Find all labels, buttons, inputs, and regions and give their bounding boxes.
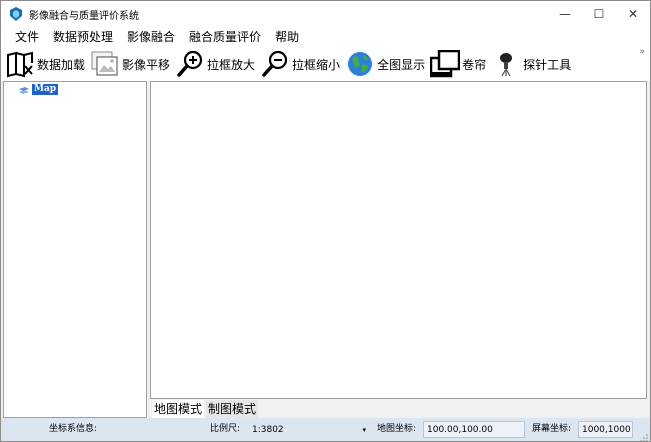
tab-map-mode[interactable]: 地图模式 [152, 400, 205, 418]
scale-value: 1:3802 [252, 425, 284, 435]
resize-grip-icon[interactable] [640, 431, 648, 442]
layer-tree-panel[interactable]: Map [3, 81, 147, 418]
scale-select[interactable]: 1:3802 ▾ [248, 421, 369, 438]
scale-label: 比例尺: [210, 424, 241, 434]
swipe-window-icon [430, 49, 461, 79]
full-extent-button[interactable]: 全图显示 [345, 48, 425, 80]
load-data-label: 数据加载 [37, 57, 86, 72]
menu-help[interactable]: 帮助 [268, 27, 306, 47]
swipe-label: 卷帘 [462, 57, 487, 72]
menu-bar: 文件 数据预处理 影像融合 融合质量评价 帮助 [1, 27, 650, 47]
tab-layout-mode[interactable]: 制图模式 [206, 400, 259, 418]
menu-preprocess[interactable]: 数据预处理 [46, 27, 120, 47]
map-coord-value: 100.00,100.00 [423, 421, 525, 438]
app-window: 影像融合与质量评价系统 — ☐ ✕ 文件 数据预处理 影像融合 融合质量评价 帮… [0, 0, 651, 442]
app-logo-icon [9, 7, 23, 21]
map-canvas[interactable] [150, 81, 647, 399]
swipe-button[interactable]: 卷帘 [430, 48, 486, 80]
chevron-down-icon: ▾ [362, 426, 366, 434]
zoom-out-label: 拉框缩小 [292, 57, 341, 72]
status-bar: 坐标系信息: 比例尺: 1:3802 ▾ 地图坐标: 100.00,100.00… [1, 418, 650, 442]
screen-coord-label: 屏幕坐标: [532, 424, 572, 434]
book-open-icon [5, 49, 35, 79]
map-coord-label: 地图坐标: [377, 424, 417, 434]
window-controls: — ☐ ✕ [548, 1, 650, 27]
load-data-button[interactable]: 数据加载 [5, 48, 85, 80]
probe-tool-button[interactable]: 探针工具 [491, 48, 571, 80]
maximize-button[interactable]: ☐ [582, 1, 616, 27]
minimize-button[interactable]: — [548, 1, 582, 27]
close-button[interactable]: ✕ [616, 1, 650, 27]
probe-icon [491, 49, 521, 79]
tree-root-label: Map [32, 84, 59, 95]
menu-image-fusion[interactable]: 影像融合 [120, 27, 182, 47]
pan-image-label: 影像平移 [122, 57, 171, 72]
zoom-in-label: 拉框放大 [207, 57, 256, 72]
title-bar: 影像融合与质量评价系统 — ☐ ✕ [1, 1, 650, 27]
screen-coord-value: 1000,1000 [578, 421, 633, 438]
window-title: 影像融合与质量评价系统 [29, 10, 139, 22]
map-layers-icon [18, 85, 30, 95]
full-extent-label: 全图显示 [377, 57, 426, 72]
toolbar: 数据加载 影像平移 拉框放大 拉框缩小 全图显示 卷帘 探针工具 » [1, 47, 650, 81]
pan-image-button[interactable]: 影像平移 [90, 48, 170, 80]
globe-icon [345, 49, 375, 79]
zoom-in-button[interactable]: 拉框放大 [175, 48, 255, 80]
probe-tool-label: 探针工具 [523, 57, 572, 72]
zoom-out-icon [260, 49, 290, 79]
pan-image-icon [90, 49, 120, 79]
menu-file[interactable]: 文件 [8, 27, 46, 47]
zoom-out-button[interactable]: 拉框缩小 [260, 48, 340, 80]
toolbar-overflow-button[interactable]: » [639, 47, 645, 57]
tree-root-node[interactable]: Map [18, 84, 59, 95]
menu-quality-evaluation[interactable]: 融合质量评价 [182, 27, 268, 47]
zoom-in-icon [175, 49, 205, 79]
coord-system-label: 坐标系信息: [49, 424, 98, 434]
view-mode-tabs: 地图模式 制图模式 [152, 400, 260, 418]
